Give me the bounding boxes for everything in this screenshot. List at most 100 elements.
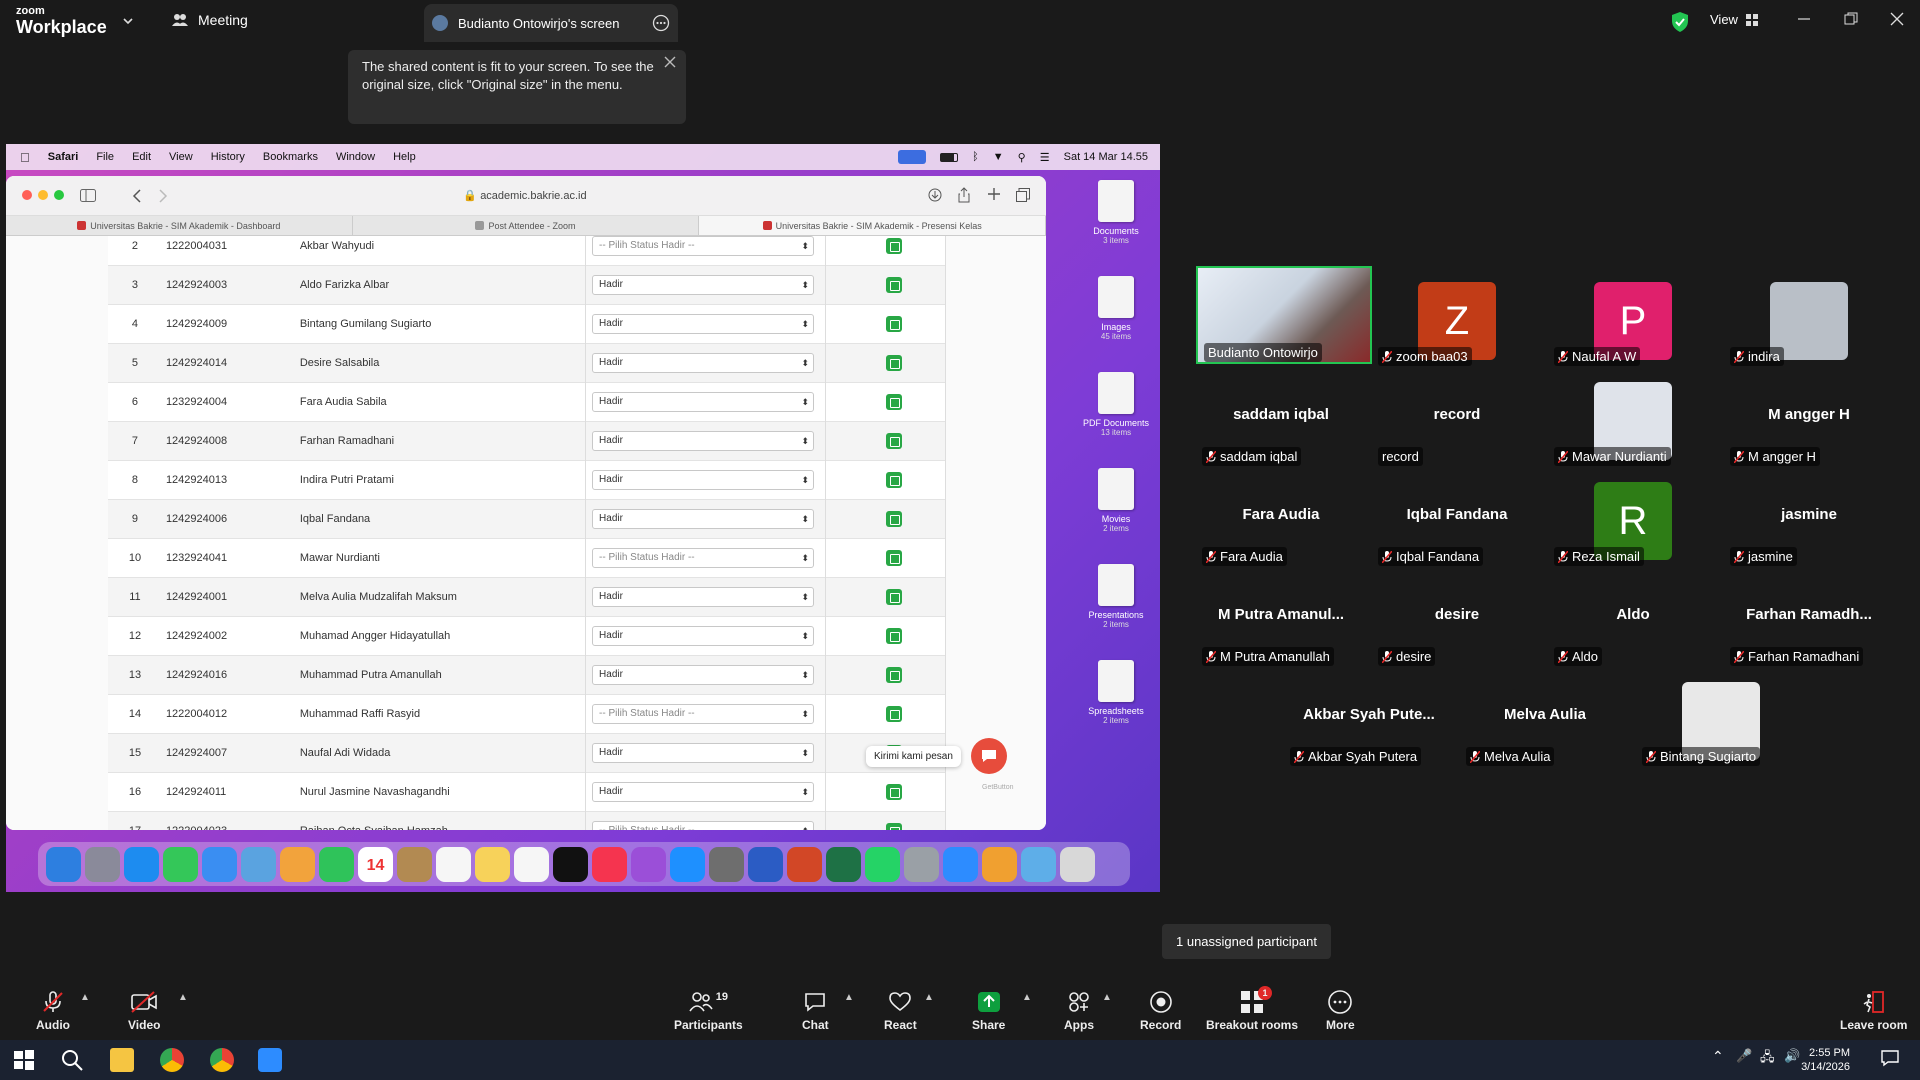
save-icon[interactable]: [886, 823, 903, 830]
save-icon[interactable]: [886, 238, 903, 254]
participant-tile[interactable]: Akbar Syah Pute... Akbar Syah Putera: [1284, 670, 1454, 766]
zoom-app-icon[interactable]: [943, 846, 978, 882]
attendance-status-select[interactable]: Hadir: [592, 587, 815, 607]
apple-tv-icon[interactable]: [553, 846, 588, 882]
chevron-down-icon[interactable]: [122, 15, 134, 27]
close-window-dot[interactable]: [22, 190, 32, 200]
breakout-rooms-button[interactable]: 1 Breakout rooms: [1206, 986, 1298, 1032]
save-icon[interactable]: [886, 667, 903, 683]
participant-tile[interactable]: jasmine jasmine: [1724, 470, 1894, 566]
wifi-icon[interactable]: ▼: [993, 151, 1004, 163]
reminders-icon[interactable]: [436, 846, 471, 882]
trash-icon[interactable]: [1060, 846, 1095, 882]
file-explorer-icon[interactable]: [110, 1048, 134, 1072]
chat-widget[interactable]: Kirimi kami pesan: [866, 738, 1007, 774]
apple-logo-icon[interactable]: : [20, 150, 30, 165]
chat-bubble-icon[interactable]: [970, 738, 1007, 774]
audio-options-caret-icon[interactable]: ▲: [80, 992, 90, 1003]
other-app-icon[interactable]: [982, 846, 1017, 882]
menu-edit[interactable]: Edit: [132, 151, 151, 163]
participants-button[interactable]: 19 Participants: [674, 990, 743, 1032]
participant-tile[interactable]: P Naufal A W: [1548, 270, 1718, 366]
attendance-status-select[interactable]: -- Pilih Status Hadir --: [592, 821, 815, 830]
microphone-tray-icon[interactable]: 🎤: [1736, 1048, 1760, 1072]
zoom-share-indicator-icon[interactable]: [898, 150, 927, 164]
mail-icon[interactable]: [202, 846, 237, 882]
menu-file[interactable]: File: [96, 151, 114, 163]
search-icon[interactable]: [60, 1048, 84, 1072]
video-options-caret-icon[interactable]: ▲: [178, 992, 188, 1003]
zoom-taskbar-icon[interactable]: [258, 1048, 282, 1072]
participant-tile[interactable]: Budianto Ontowirjo: [1196, 266, 1372, 364]
menu-bookmarks[interactable]: Bookmarks: [263, 151, 318, 163]
calendar-icon[interactable]: 14: [358, 846, 393, 882]
record-button[interactable]: Record: [1140, 990, 1181, 1032]
participant-tile[interactable]: Farhan Ramadh... Farhan Ramadhani: [1724, 570, 1894, 666]
menu-help[interactable]: Help: [393, 151, 416, 163]
share-options-caret-icon[interactable]: ▲: [1022, 992, 1032, 1003]
participant-tile[interactable]: saddam iqbal saddam iqbal: [1196, 370, 1366, 466]
tab-overview-icon[interactable]: [1016, 188, 1030, 202]
menu-history[interactable]: History: [211, 151, 245, 163]
music-icon[interactable]: [592, 846, 627, 882]
participant-tile[interactable]: desire desire: [1372, 570, 1542, 666]
back-icon[interactable]: [132, 189, 142, 203]
system-settings-icon[interactable]: [709, 846, 744, 882]
desktop-folder[interactable]: Spreadsheets 2 items: [1076, 660, 1156, 725]
participant-tile[interactable]: Mawar Nurdianti: [1548, 370, 1718, 466]
chat-options-caret-icon[interactable]: ▲: [844, 992, 854, 1003]
podcasts-icon[interactable]: [631, 846, 666, 882]
save-icon[interactable]: [886, 628, 903, 644]
apps-button[interactable]: Apps: [1064, 990, 1094, 1032]
save-icon[interactable]: [886, 784, 903, 800]
attendance-status-select[interactable]: -- Pilih Status Hadir --: [592, 236, 815, 256]
participant-tile[interactable]: record record: [1372, 370, 1542, 466]
attendance-status-select[interactable]: -- Pilih Status Hadir --: [592, 704, 815, 724]
view-button[interactable]: View: [1710, 12, 1758, 27]
attendance-status-select[interactable]: Hadir: [592, 626, 815, 646]
attendance-status-select[interactable]: Hadir: [592, 275, 815, 295]
participant-tile[interactable]: Aldo Aldo: [1548, 570, 1718, 666]
attendance-status-select[interactable]: Hadir: [592, 743, 815, 763]
share-icon[interactable]: [958, 187, 970, 203]
apps-options-caret-icon[interactable]: ▲: [1102, 992, 1112, 1003]
tab-shared-screen[interactable]: Budianto Ontowirjo's screen: [424, 4, 678, 42]
participant-tile[interactable]: M angger H M angger H: [1724, 370, 1894, 466]
attendance-status-select[interactable]: Hadir: [592, 353, 815, 373]
windows-start-icon[interactable]: [12, 1048, 36, 1072]
desktop-folder[interactable]: Images 45 items: [1076, 276, 1156, 341]
photos-icon[interactable]: [280, 846, 315, 882]
chat-button[interactable]: Chat: [802, 990, 829, 1032]
word-icon[interactable]: [748, 846, 783, 882]
chat-widget-label[interactable]: Kirimi kami pesan: [866, 745, 961, 767]
forward-icon[interactable]: [158, 189, 168, 203]
react-button[interactable]: React: [884, 990, 917, 1032]
unassigned-participant-notice[interactable]: 1 unassigned participant: [1162, 924, 1331, 959]
save-icon[interactable]: [886, 433, 903, 449]
participant-tile[interactable]: R Reza Ismail: [1548, 470, 1718, 566]
share-button[interactable]: Share: [972, 990, 1005, 1032]
tray-chevron-icon[interactable]: ⌃: [1712, 1048, 1736, 1072]
tab-meeting[interactable]: Meeting: [172, 12, 248, 28]
notifications-icon[interactable]: [1880, 1048, 1904, 1072]
attendance-status-select[interactable]: Hadir: [592, 470, 815, 490]
participant-tile[interactable]: Fara Audia Fara Audia: [1196, 470, 1366, 566]
chrome-icon[interactable]: [160, 1048, 184, 1072]
bluetooth-icon[interactable]: ᛒ: [972, 151, 979, 163]
participant-tile[interactable]: M Putra Amanul... M Putra Amanullah: [1196, 570, 1366, 666]
desktop-folder[interactable]: PDF Documents 13 items: [1076, 372, 1156, 437]
more-button[interactable]: More: [1326, 990, 1355, 1032]
menu-view[interactable]: View: [169, 151, 193, 163]
save-icon[interactable]: [886, 706, 903, 722]
downloads-icon[interactable]: [928, 188, 942, 202]
excel-icon[interactable]: [826, 846, 861, 882]
attendance-status-select[interactable]: Hadir: [592, 431, 815, 451]
save-icon[interactable]: [886, 511, 903, 527]
browser-tab-presensi[interactable]: Universitas Bakrie - SIM Akademik - Pres…: [699, 216, 1046, 235]
facetime-icon[interactable]: [319, 846, 354, 882]
more-options-icon[interactable]: [652, 14, 670, 32]
powerpoint-icon[interactable]: [787, 846, 822, 882]
attendance-status-select[interactable]: -- Pilih Status Hadir --: [592, 548, 815, 568]
save-icon[interactable]: [886, 550, 903, 566]
browser-tab-zoom[interactable]: Post Attendee - Zoom: [353, 216, 700, 235]
